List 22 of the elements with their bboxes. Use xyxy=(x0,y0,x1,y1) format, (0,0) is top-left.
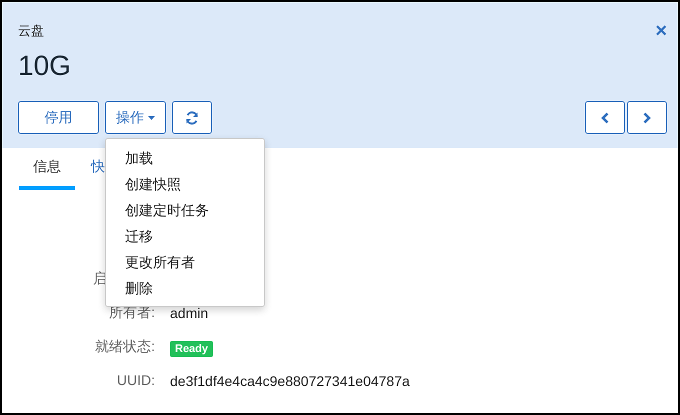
menu-item[interactable]: 创建定时任务 xyxy=(106,197,264,223)
close-button[interactable]: × xyxy=(655,23,667,39)
chevron-right-icon xyxy=(643,112,651,124)
status-badge: Ready xyxy=(170,341,214,357)
refresh-icon xyxy=(185,110,199,124)
actions-dropdown-button[interactable]: 操作 xyxy=(105,101,166,134)
panel-title: 10G xyxy=(18,50,72,83)
field-label: 就绪状态: xyxy=(95,338,155,356)
next-button[interactable] xyxy=(627,101,667,134)
tab[interactable]: 信息 xyxy=(19,158,75,190)
panel-subtitle: 云盘 xyxy=(18,22,44,40)
menu-item[interactable]: 迁移 xyxy=(106,223,264,249)
previous-button[interactable] xyxy=(585,101,625,134)
field-value: de3f1df4e4ca4c9e880727341e04787a xyxy=(170,373,411,389)
field-value: admin xyxy=(170,305,210,321)
refresh-button[interactable] xyxy=(172,101,212,134)
field-label: UUID: xyxy=(116,372,155,390)
menu-item[interactable]: 删除 xyxy=(106,275,264,301)
disable-button[interactable]: 停用 xyxy=(18,101,99,134)
menu-item[interactable]: 更改所有者 xyxy=(106,249,264,275)
chevron-left-icon xyxy=(601,112,609,124)
caret-icon xyxy=(148,116,155,120)
